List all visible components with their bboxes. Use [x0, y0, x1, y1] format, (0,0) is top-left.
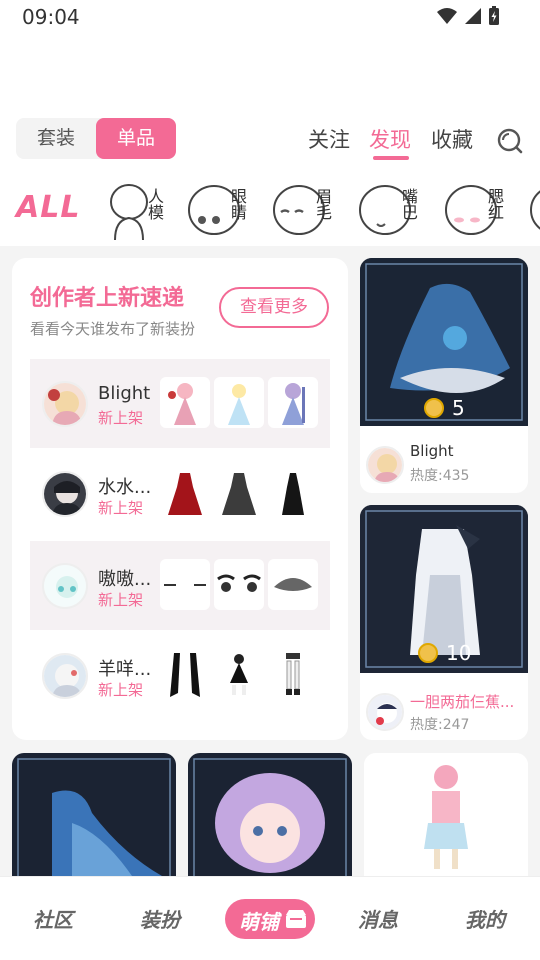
- item-author: 一胆两茄仨蕉...: [410, 693, 515, 711]
- category-label: 眼睛: [228, 188, 247, 220]
- category-all[interactable]: ALL: [16, 190, 80, 225]
- creator-name: 嗷嗷...: [98, 569, 152, 590]
- avatar: [42, 653, 88, 699]
- avatar: [42, 381, 88, 427]
- category-label: 眉毛: [313, 188, 332, 220]
- new-badge: 新上架: [98, 681, 144, 699]
- nav-profile[interactable]: 我的: [465, 904, 505, 933]
- search-button[interactable]: [496, 127, 524, 155]
- item-thumbnail[interactable]: [268, 467, 318, 518]
- top-tabs: 关注 发现 收藏: [0, 124, 540, 160]
- new-badge: 新上架: [98, 499, 144, 517]
- item-thumbnail[interactable]: [160, 649, 210, 700]
- see-more-button[interactable]: 查看更多: [219, 287, 329, 328]
- category-row: ALL 人模 眼睛 眉毛 嘴巴 腮红: [0, 178, 540, 242]
- creator-name: 水水...: [98, 477, 152, 498]
- item-thumbnail[interactable]: [160, 467, 210, 518]
- category-label: 人模: [145, 188, 164, 220]
- item-thumbnail[interactable]: [268, 377, 318, 428]
- item-card[interactable]: 10 一胆两茄仨蕉... 热度:247: [360, 505, 528, 740]
- price-tag: 10: [418, 641, 471, 665]
- nav-shop-label: 萌铺: [239, 910, 279, 934]
- category-eyes[interactable]: 眼睛: [188, 182, 248, 240]
- avatar: [366, 446, 404, 484]
- head-icon: [530, 190, 540, 230]
- status-bar: 09:04: [0, 0, 540, 34]
- avatar: [42, 471, 88, 517]
- item-image: 10: [360, 505, 528, 673]
- item-card[interactable]: [12, 753, 176, 876]
- tab-favorites[interactable]: 收藏: [431, 124, 473, 154]
- item-image: [188, 753, 352, 876]
- coin-icon: [418, 643, 438, 663]
- search-icon: [497, 128, 523, 154]
- item-image: [364, 753, 528, 876]
- avatar: [42, 563, 88, 609]
- category-mouth[interactable]: 嘴巴: [359, 182, 419, 240]
- new-badge: 新上架: [98, 591, 144, 609]
- wifi-icon: [437, 8, 457, 24]
- creator-row[interactable]: 羊咩... 新上架: [30, 631, 330, 720]
- creator-row[interactable]: 嗷嗷... 新上架: [30, 541, 330, 630]
- creator-name: 羊咩...: [98, 659, 152, 680]
- item-thumbnail[interactable]: [214, 467, 264, 518]
- shop-icon: [286, 910, 306, 928]
- item-thumbnail[interactable]: [214, 559, 264, 610]
- bottom-nav: 社区 装扮 萌铺 消息 我的: [0, 876, 540, 960]
- tab-discover[interactable]: 发现: [369, 124, 411, 154]
- item-card[interactable]: 5 Blight 热度:435: [360, 258, 528, 493]
- status-time: 09:04: [22, 5, 80, 29]
- creator-row[interactable]: Blight 新上架: [30, 359, 330, 448]
- category-blush[interactable]: 腮红: [445, 182, 505, 240]
- battery-icon: [489, 6, 499, 25]
- item-card[interactable]: [188, 753, 352, 876]
- new-badge: 新上架: [98, 409, 144, 427]
- category-label: 嘴巴: [399, 188, 418, 220]
- creator-updates-card: 创作者上新速递 看看今天谁发布了新装扮 查看更多 Blight 新上架 水水..…: [12, 258, 348, 740]
- creator-name: Blight: [98, 383, 151, 404]
- item-thumbnail[interactable]: [214, 649, 264, 700]
- tab-follow[interactable]: 关注: [308, 124, 350, 154]
- coin-icon: [424, 398, 444, 418]
- active-tab-indicator: [373, 156, 409, 160]
- creator-card-subtitle: 看看今天谁发布了新装扮: [30, 320, 196, 338]
- item-heat: 热度:247: [410, 717, 470, 733]
- creator-card-title: 创作者上新速递: [30, 286, 185, 311]
- nav-shop[interactable]: 萌铺: [225, 899, 315, 939]
- item-author: Blight: [410, 442, 454, 460]
- item-thumbnail[interactable]: [268, 559, 318, 610]
- item-card[interactable]: [364, 753, 528, 876]
- item-thumbnail[interactable]: [268, 649, 318, 700]
- category-more[interactable]: [530, 182, 540, 240]
- signal-icon: [465, 8, 481, 24]
- nav-community[interactable]: 社区: [33, 904, 73, 933]
- item-image: 5: [360, 258, 528, 426]
- item-price: 10: [446, 641, 472, 665]
- status-icons: [436, 6, 500, 26]
- item-thumbnail[interactable]: [214, 377, 264, 428]
- item-heat: 热度:435: [410, 468, 470, 484]
- item-price: 5: [452, 396, 465, 420]
- item-thumbnail[interactable]: [160, 377, 210, 428]
- item-thumbnail[interactable]: [160, 559, 210, 610]
- item-image: [12, 753, 176, 876]
- category-label: 腮红: [485, 188, 504, 220]
- category-body[interactable]: 人模: [105, 182, 165, 240]
- price-tag: 5: [424, 396, 465, 420]
- creator-row[interactable]: 水水... 新上架: [30, 449, 330, 538]
- nav-dressup[interactable]: 装扮: [140, 904, 180, 933]
- avatar: [366, 693, 404, 731]
- category-eyebrows[interactable]: 眉毛: [273, 182, 333, 240]
- nav-messages[interactable]: 消息: [358, 904, 398, 933]
